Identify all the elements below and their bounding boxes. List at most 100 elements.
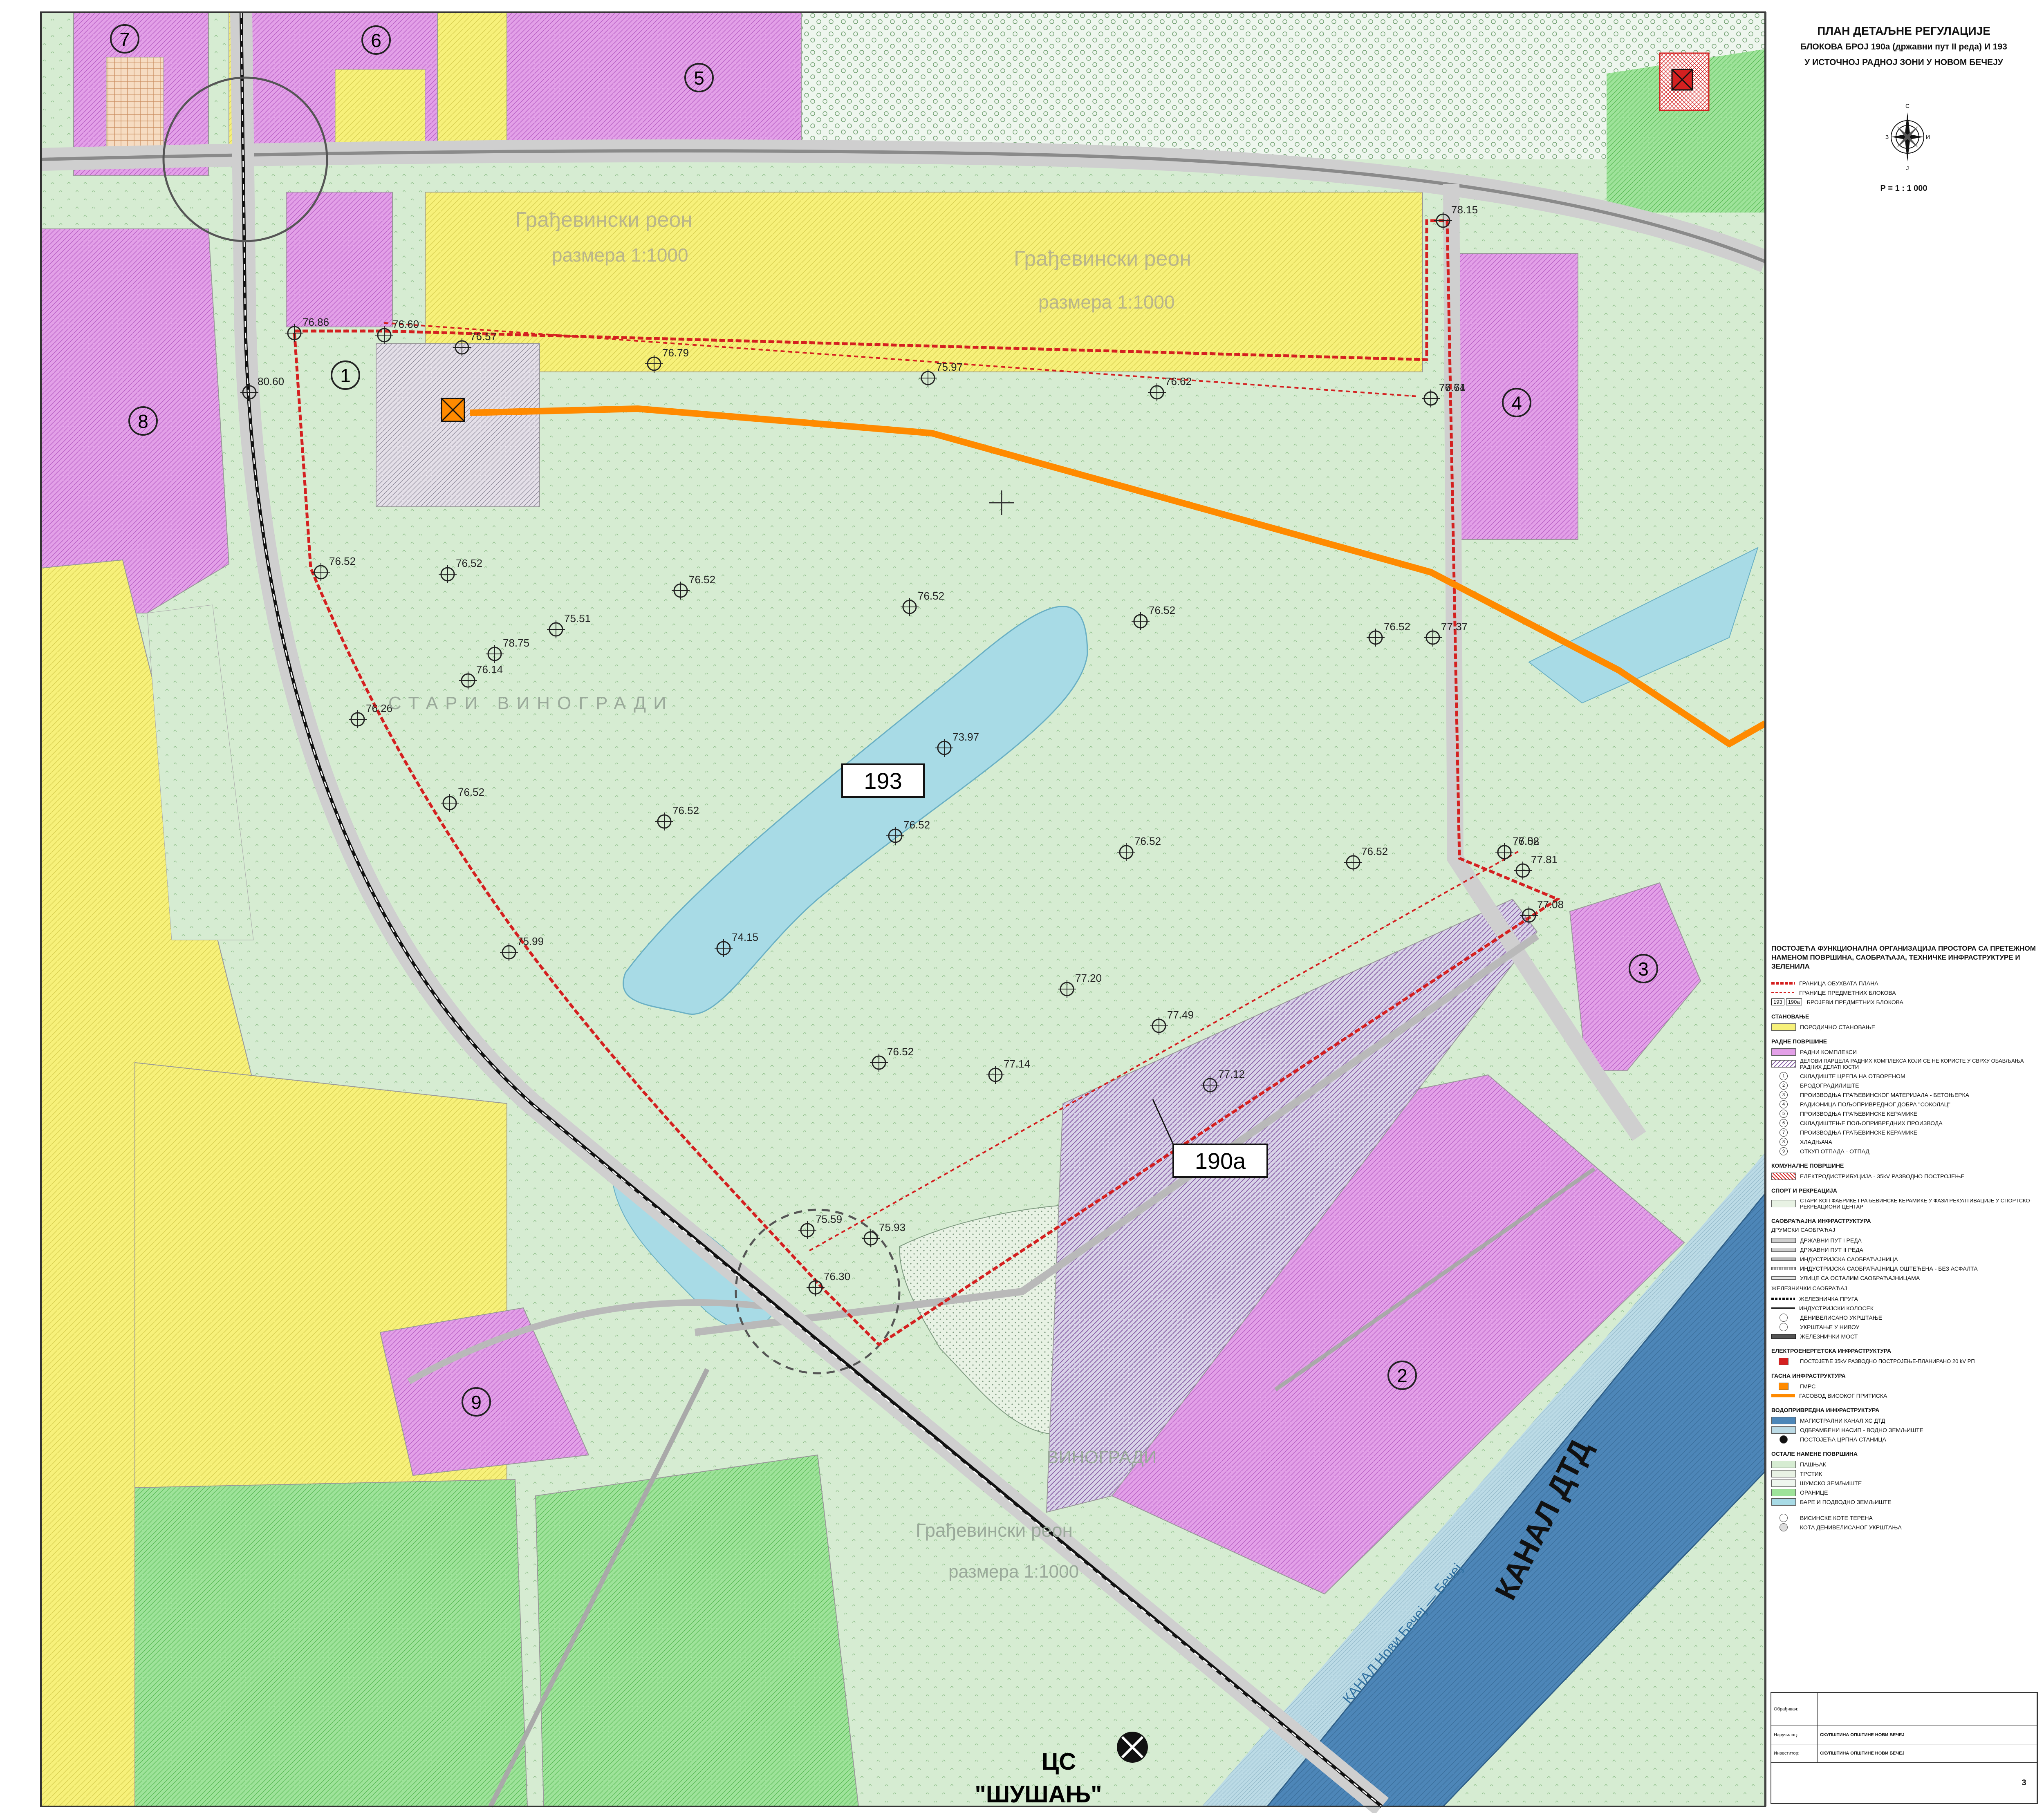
- legend-rail-head: ЖЕЛЕЗНИЧКИ САОБРАЋАЈ: [1771, 1285, 1847, 1291]
- legend-gas-pipeline: ГАСОВОД ВИСОКОГ ПРИТИСКА: [1771, 1391, 2037, 1400]
- svg-text:Ј: Ј: [1906, 165, 1909, 171]
- legend-gas-head: ГАСНА ИНФРАСТРУКТУРА: [1771, 1372, 1846, 1379]
- tp-maker-label: Обрађивач:: [1771, 1693, 1818, 1726]
- complex-1-unused: [376, 343, 540, 507]
- substation-35kv: [1659, 52, 1710, 111]
- legend-communal-head: КОМУНАЛНЕ ПОВРШИНЕ: [1771, 1162, 1844, 1169]
- legend-road-list: ДРЖАВНИ ПУТ I РЕДА ДРЖАВНИ ПУТ II РЕДА ИНД…: [1771, 1236, 2037, 1283]
- svg-text:190а: 190а: [1195, 1148, 1246, 1174]
- elevation-label: 76.60: [392, 318, 419, 330]
- elevation-label: 76.52: [456, 557, 482, 569]
- svg-text:6: 6: [371, 30, 381, 51]
- legend-work-complexes: РАДНИ КОМПЛЕКСИ: [1771, 1047, 2037, 1056]
- legend-other-5: БАРЕ И ПОДВОДНО ЗЕМЉИШТЕ: [1771, 1497, 2037, 1506]
- elevation-label: 75.59: [816, 1213, 842, 1225]
- legend-communal: ЕЛЕКТРОДИСТРИБУЦИЈА - 35kV РАЗВОДНО ПОСТ…: [1771, 1171, 2037, 1181]
- elevation-label: 76.52: [1149, 604, 1175, 616]
- legend-complex-7: 7 ПРОИЗВОДЊА ГРАЂЕВИНСКЕ КЕРАМИКЕ: [1771, 1128, 2037, 1137]
- tp-client-label: Наручилац:: [1771, 1726, 1818, 1744]
- elevation-label: 76.14: [476, 663, 503, 676]
- legend-other-4: ОРАНИЦЕ: [1771, 1488, 2037, 1497]
- elevation-label: 77.81: [1531, 853, 1558, 866]
- work-complex-8: [40, 228, 230, 613]
- legend-canal: МАГИСТРАЛНИ КАНАЛ ХС ДТД: [1771, 1416, 2037, 1425]
- elevation-label: 76.52: [689, 573, 715, 586]
- area-label-old-vineyards: СТАРИ ВИНОГРАДИ: [388, 693, 674, 713]
- elevation-label: 78.15: [1451, 204, 1478, 216]
- legend-water-head: ВОДОПРИВРЕДНА ИНФРАСТРУКТУРА: [1771, 1407, 1880, 1413]
- legend-dike: ОДБРАМБЕНИ НАСИП - ВОДНО ЗЕМЉИШТЕ: [1771, 1425, 2037, 1435]
- elevation-label: 76.86: [303, 316, 329, 328]
- elevation-label: 76.57: [470, 330, 497, 342]
- legend-road-2: ДРЖАВНИ ПУТ II РЕДА: [1771, 1245, 2037, 1254]
- legend-complex-9: 9 ОТКУП ОТПАДА - ОТПАД: [1771, 1146, 2037, 1156]
- legend-gmrs: ГМРС: [1771, 1381, 2037, 1391]
- legend-pump-station: ПОСТОЈЕЋА ЦРПНА СТАНИЦА: [1771, 1435, 2037, 1444]
- legend-rail-2: ИНДУСТРИЈСКИ КОЛОСЕК: [1771, 1303, 2037, 1313]
- elevation-label: 77.49: [1167, 1009, 1194, 1021]
- elevation-label: 78.75: [503, 637, 529, 649]
- svg-text:5: 5: [694, 67, 704, 89]
- tp-investor: СКУПШТИНА ОПШТИНЕ НОВИ БЕЧЕЈ: [1818, 1744, 2037, 1762]
- elevation-label: 76.52: [1134, 835, 1161, 847]
- legend-other-2: ТРСТИК: [1771, 1469, 2037, 1478]
- area-label-building-zone-3: Грађевински реон: [916, 1520, 1073, 1541]
- tp-investor-label: Инвеститор:: [1771, 1744, 1818, 1762]
- elevation-label: 77.08: [1537, 898, 1564, 911]
- elevation-label: 76.52: [329, 555, 356, 567]
- elevation-label: 76.30: [824, 1270, 850, 1283]
- legend-housing-head: СТАНОВАЊЕ: [1771, 1013, 1809, 1020]
- area-label-building-zone-1: Грађевински реон: [515, 208, 693, 232]
- svg-text:8: 8: [138, 411, 148, 432]
- elevation-label: 76.52: [903, 819, 930, 831]
- area-label-scale-1: размера 1:1000: [552, 244, 688, 266]
- legend-heading: ПОСТОЈЕЋА ФУНКЦИОНАЛНА ОРГАНИЗАЦИЈА ПРОС…: [1771, 945, 2036, 970]
- legend-complex-2: 2 БРОДОГРАДИЛИШТЕ: [1771, 1081, 2037, 1090]
- legend-rail-1: ЖЕЛЕЗНИЧКА ПРУГА: [1771, 1294, 2037, 1303]
- elevation-label: 77.12: [1218, 1068, 1245, 1080]
- legend-complex-1: 1 СКЛАДИШТЕ ЦРЕПА НА ОТВОРЕНОМ: [1771, 1071, 2037, 1081]
- elevation-label: 80.60: [258, 375, 284, 387]
- legend-complex-3: 3 ПРОИЗВОДЊА ГРАЂЕВИНСКОГ МАТЕРИЈАЛА - БЕ…: [1771, 1090, 2037, 1099]
- tp-sheet-number: 3: [2011, 1763, 2037, 1803]
- legend-electro: ПОСТОЈЕЋЕ 35kV РАЗВОДНО ПОСТРОЈЕЊЕ-ПЛАНИ…: [1771, 1356, 2037, 1366]
- svg-text:И: И: [1926, 134, 1930, 140]
- elevation-label: 75.97: [936, 361, 963, 373]
- plan-subtitle-1: БЛОКОВА БРОЈ 190а (државни пут II реда) …: [1800, 42, 2007, 51]
- work-complex-5: [507, 12, 802, 148]
- elevation-label: 76.52: [672, 804, 699, 817]
- regulation-plan-map: 76.86 76.6076.5776.7975.9776.62 76.6177.74…: [0, 0, 1770, 1813]
- area-label-scale-3: размера 1:1000: [948, 1562, 1079, 1582]
- gmrs-station: [441, 398, 465, 422]
- elevation-label: 77.74: [1439, 381, 1466, 394]
- legend-block-numbers: 193 190а БРОЈЕВИ ПРЕДМЕТНИХ БЛОКОВА: [1771, 997, 2037, 1007]
- legend-panel: ПЛАН ДЕТАЉНЕ РЕГУЛАЦИЈЕ БЛОКОВА БРОЈ 190…: [1765, 12, 2041, 1806]
- area-label-scale-2: размера 1:1000: [1038, 291, 1175, 313]
- elevation-label: 76.79: [662, 347, 689, 359]
- legend-housing: ПОРОДИЧНО СТАНОВАЊЕ: [1771, 1022, 2037, 1032]
- plan-subtitle-2: У ИСТОЧНОЈ РАДНОЈ ЗОНИ У НОВОМ БЕЧЕЈУ: [1804, 58, 2003, 67]
- legend-complex-5: 5 ПРОИЗВОДЊА ГРАЂЕВИНСКЕ КЕРАМИКЕ: [1771, 1109, 2037, 1118]
- pump-station-label-1: ЦС: [1042, 1748, 1076, 1775]
- compass-rose-icon: С Ј И З: [1885, 103, 1930, 171]
- legend-other-1: ПАШЊАК: [1771, 1459, 2037, 1469]
- legend-complex-6: 6 СКЛАДИШТЕЊЕ ПОЉОПРИВРЕДНИХ ПРОИЗВОДА: [1771, 1118, 2037, 1128]
- elevation-label: 76.52: [458, 786, 484, 798]
- elevation-label: 76.52: [887, 1045, 914, 1058]
- legend-sport: СТАРИ КОП ФАБРИКЕ ГРАЂЕВИНСКЕ КЕРАМИКЕ У…: [1771, 1196, 2037, 1211]
- legend-work-unused: ДЕЛОВИ ПАРЦЕЛА РАДНИХ КОМПЛЕКСА КОЈИ СЕ …: [1771, 1056, 2037, 1071]
- svg-text:9: 9: [471, 1392, 482, 1413]
- elevation-label: 74.15: [732, 931, 758, 943]
- svg-text:С: С: [1905, 103, 1910, 109]
- svg-text:7: 7: [119, 29, 130, 50]
- elevation-label: 76.52: [918, 590, 944, 602]
- legend-traffic-head: САОБРАЋАЈНА ИНФРАСТРУКТУРА: [1771, 1218, 1871, 1224]
- map-scale: Р = 1 : 1 000: [1880, 184, 1927, 193]
- svg-text:1: 1: [340, 365, 351, 386]
- svg-text:3: 3: [1638, 958, 1649, 980]
- block-label-193: 193: [841, 763, 925, 798]
- legend-other-list: ПАШЊАК ТРСТИК ШУМСКО ЗЕМЉИШТЕ ОРАНИЦЕ БАРЕ И…: [1771, 1459, 2037, 1506]
- tp-client: СКУПШТИНА ОПШТИНЕ НОВИ БЕЧЕЈ: [1818, 1726, 2037, 1744]
- legend-road-3: ИНДУСТРИЈСКА САОБРАЋАЈНИЦА: [1771, 1254, 2037, 1264]
- legend-complex-8: 8 ХЛАДЊАЧА: [1771, 1137, 2037, 1146]
